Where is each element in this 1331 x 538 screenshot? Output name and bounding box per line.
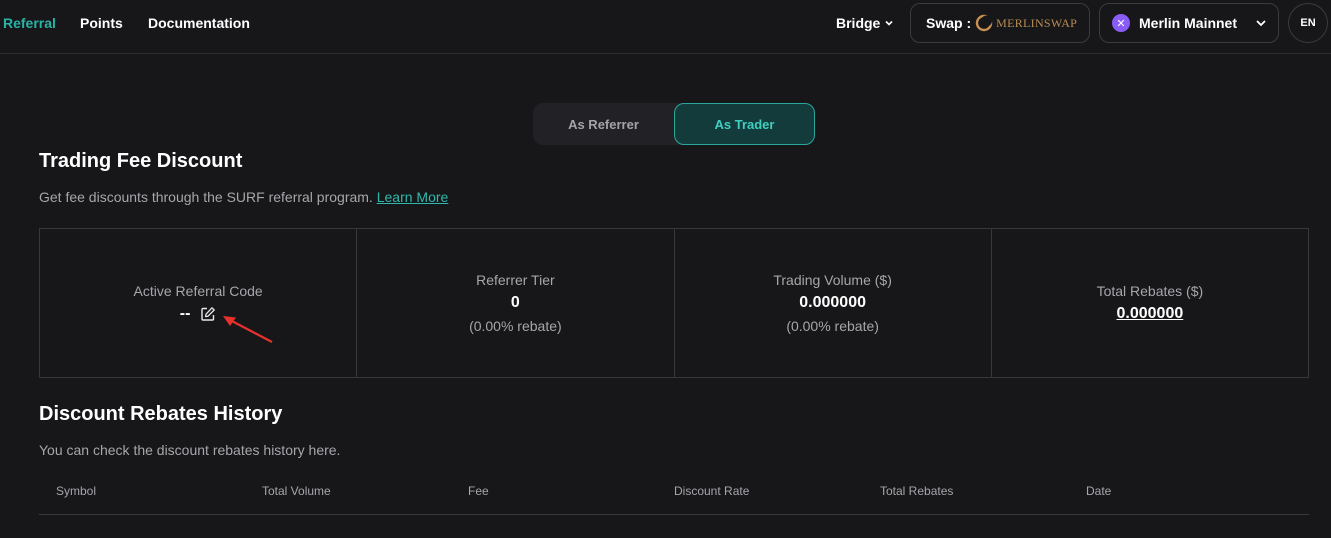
- top-navigation-bar: Referral Points Documentation Bridge Swa…: [0, 0, 1331, 54]
- stat-trading-volume: Trading Volume ($) 0.000000 (0.00% rebat…: [675, 229, 992, 377]
- column-header-symbol: Symbol: [56, 484, 97, 498]
- stat-value: 0.000000: [799, 294, 866, 311]
- stat-sub: (0.00% rebate): [469, 318, 562, 334]
- referral-code-value: --: [179, 305, 191, 322]
- column-header-fee: Fee: [468, 484, 489, 498]
- learn-more-link[interactable]: Learn More: [377, 189, 449, 205]
- history-table-header: Symbol Total Volume Fee Discount Rate To…: [39, 476, 1309, 515]
- merlinswap-logo-icon: [975, 14, 993, 32]
- annotation-arrow-icon: [223, 316, 273, 343]
- edit-icon[interactable]: [200, 306, 216, 322]
- column-header-date: Date: [1086, 484, 1112, 498]
- referral-stats-panel: Active Referral Code -- Referrer Tier 0 …: [39, 228, 1309, 378]
- chevron-down-icon: [885, 20, 893, 26]
- merlinswap-brand-text: MERLINSWAP: [996, 15, 1078, 30]
- stat-value: 0: [510, 294, 520, 311]
- description-text: Get fee discounts through the SURF refer…: [39, 189, 373, 205]
- nav-link-points[interactable]: Points: [80, 15, 123, 31]
- column-header-discount-rate: Discount Rate: [674, 484, 750, 498]
- stat-label: Active Referral Code: [133, 283, 263, 299]
- nav-link-documentation[interactable]: Documentation: [148, 15, 250, 31]
- column-header-total-rebates: Total Rebates: [880, 484, 954, 498]
- merlinswap-logo: MERLINSWAP: [975, 14, 1077, 32]
- total-rebates-link[interactable]: 0.000000: [1117, 305, 1184, 323]
- as-referrer-tab[interactable]: As Referrer: [533, 103, 674, 145]
- stat-active-referral-code: Active Referral Code --: [40, 229, 358, 377]
- network-selector[interactable]: ✕ Merlin Mainnet: [1099, 3, 1279, 43]
- as-trader-tab[interactable]: As Trader: [674, 103, 815, 145]
- bridge-label: Bridge: [836, 15, 881, 31]
- role-toggle: As Referrer As Trader: [533, 103, 815, 145]
- referral-code-row: --: [180, 305, 217, 323]
- discount-rebates-history-title: Discount Rebates History: [39, 403, 283, 425]
- nav-link-referral[interactable]: Referral: [3, 15, 56, 31]
- stat-total-rebates: Total Rebates ($) 0.000000: [992, 229, 1308, 377]
- language-selector[interactable]: EN: [1288, 3, 1328, 43]
- network-label: Merlin Mainnet: [1139, 15, 1238, 31]
- stat-referrer-tier: Referrer Tier 0 (0.00% rebate): [357, 229, 675, 377]
- trading-fee-discount-title: Trading Fee Discount: [39, 150, 243, 172]
- swap-label: Swap :: [926, 15, 972, 31]
- stat-sub: (0.00% rebate): [786, 318, 879, 334]
- discount-rebates-history-description: You can check the discount rebates histo…: [39, 442, 341, 458]
- trading-fee-discount-description: Get fee discounts through the SURF refer…: [39, 189, 448, 205]
- merlin-chain-icon: ✕: [1112, 14, 1130, 32]
- stat-label: Trading Volume ($): [773, 272, 892, 288]
- column-header-total-volume: Total Volume: [262, 484, 331, 498]
- chevron-down-icon: [1256, 20, 1266, 27]
- swap-merlinswap-button[interactable]: Swap : MERLINSWAP: [910, 3, 1090, 43]
- stat-label: Total Rebates ($): [1096, 283, 1204, 299]
- bridge-dropdown[interactable]: Bridge: [836, 15, 894, 31]
- stat-label: Referrer Tier: [476, 272, 555, 288]
